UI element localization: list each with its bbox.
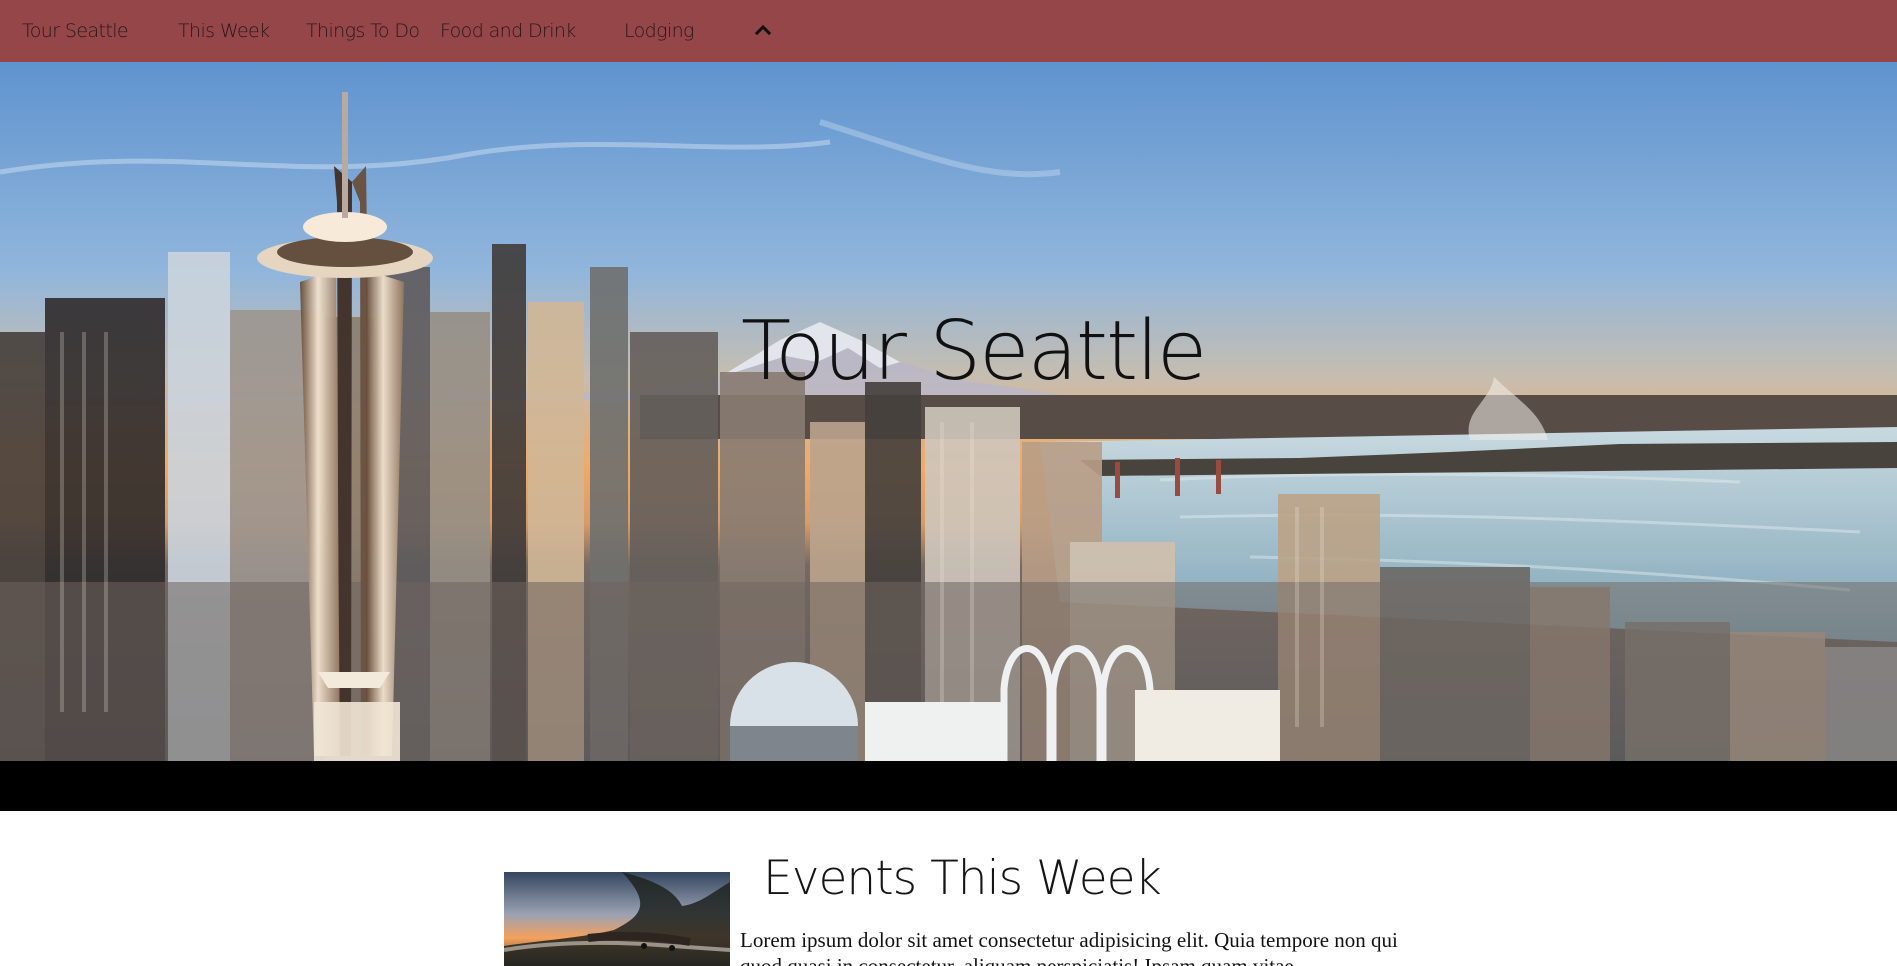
hero-banner: Tour Seattle bbox=[0, 62, 1897, 761]
nav-link-things-to-do[interactable]: Things To Do bbox=[306, 19, 420, 43]
nav-link-food-and-drink[interactable]: Food and Drink bbox=[440, 19, 576, 43]
nav-brand-link[interactable]: Tour Seattle bbox=[22, 19, 129, 43]
nav-link-this-week[interactable]: This Week bbox=[178, 19, 270, 43]
beach-sunset-thumbnail[interactable] bbox=[504, 872, 730, 966]
top-navigation-bar: Tour Seattle This Week Things To Do Food… bbox=[0, 0, 1897, 62]
nav-link-lodging[interactable]: Lodging bbox=[624, 19, 694, 43]
event-card: Lorem ipsum dolor sit amet consectetur a… bbox=[504, 872, 1424, 966]
hero-bottom-band bbox=[0, 761, 1897, 811]
hero-title: Tour Seattle bbox=[741, 304, 1207, 399]
event-description: Lorem ipsum dolor sit amet consectetur a… bbox=[740, 928, 1398, 966]
chevron-up-icon[interactable] bbox=[754, 22, 772, 36]
seattle-skyline-image bbox=[0, 62, 1897, 761]
